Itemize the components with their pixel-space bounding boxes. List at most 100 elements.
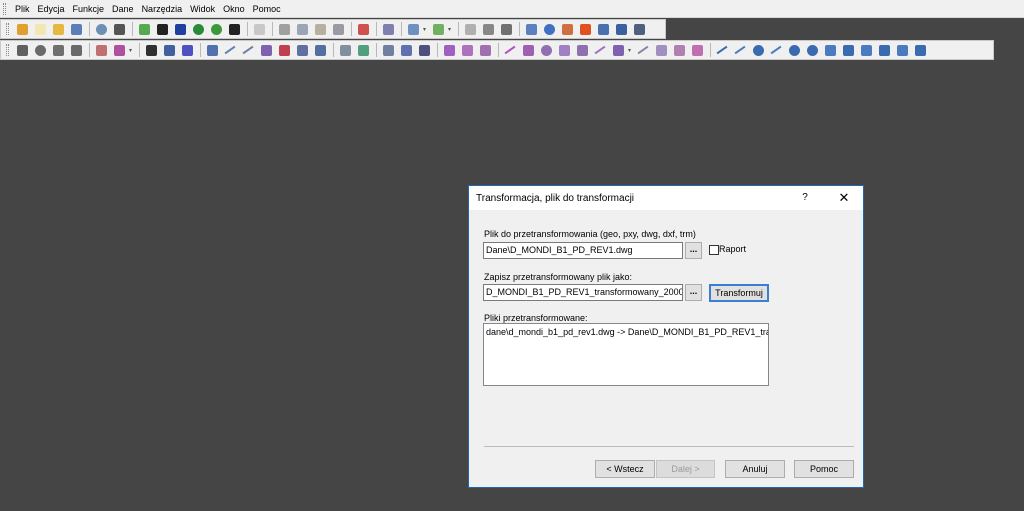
zoom-window-icon[interactable] xyxy=(14,42,30,58)
triangle-icon[interactable] xyxy=(398,42,414,58)
cut-icon[interactable] xyxy=(276,21,292,37)
select-object-icon[interactable] xyxy=(161,42,177,58)
dropdown-arrow-icon[interactable]: ▾ xyxy=(423,21,428,37)
dialog-titlebar[interactable]: Transformacja, plik do transformacji ? ✕ xyxy=(469,186,863,210)
layer-color-icon[interactable] xyxy=(111,42,127,58)
text-icon[interactable] xyxy=(894,42,910,58)
results-list[interactable]: dane\d_mondi_b1_pd_rev1.dwg -> Dane\D_MO… xyxy=(483,323,769,386)
special-paste-icon[interactable] xyxy=(330,21,346,37)
perp-foot-icon[interactable] xyxy=(822,42,838,58)
back-button[interactable]: < Wstecz xyxy=(595,460,655,478)
arc-three-icon[interactable] xyxy=(574,42,590,58)
circle-point-icon[interactable] xyxy=(538,42,554,58)
toolbar-grip[interactable] xyxy=(6,23,9,35)
tangent-icon[interactable] xyxy=(592,42,608,58)
arc-icon[interactable] xyxy=(556,42,572,58)
screen-icon[interactable] xyxy=(613,21,629,37)
dropdown-arrow-icon[interactable]: ▾ xyxy=(628,42,633,58)
menu-edycja[interactable]: Edycja xyxy=(34,4,69,14)
cross-icon[interactable] xyxy=(520,42,536,58)
diagonal-icon[interactable] xyxy=(768,42,784,58)
toolbar-grip[interactable] xyxy=(6,44,9,56)
tools-icon[interactable] xyxy=(480,21,496,37)
target-icon[interactable] xyxy=(804,42,820,58)
help-button[interactable]: Pomoc xyxy=(794,460,854,478)
copy-icon[interactable] xyxy=(294,21,310,37)
open-folder-icon[interactable] xyxy=(14,21,30,37)
bisector-icon[interactable] xyxy=(635,42,651,58)
line-tool-icon[interactable] xyxy=(502,42,518,58)
menu-grip[interactable] xyxy=(3,2,6,15)
folder-icon[interactable] xyxy=(50,21,66,37)
refresh-icon[interactable] xyxy=(190,21,206,37)
menu-okno[interactable]: Okno xyxy=(219,4,249,14)
transform-button[interactable]: Transformuj xyxy=(709,284,769,302)
move-icon[interactable] xyxy=(441,42,457,58)
raport-checkbox[interactable] xyxy=(709,245,719,255)
offset-icon[interactable] xyxy=(380,42,396,58)
menu-pomoc[interactable]: Pomoc xyxy=(249,4,285,14)
undo-icon[interactable] xyxy=(405,21,421,37)
cursor-icon[interactable] xyxy=(154,21,170,37)
info-icon[interactable] xyxy=(541,21,557,37)
list-item[interactable]: dane\d_mondi_b1_pd_rev1.dwg -> Dane\D_MO… xyxy=(484,324,768,337)
window-icon[interactable] xyxy=(523,21,539,37)
dimension-icon[interactable] xyxy=(912,42,928,58)
polyline-icon[interactable] xyxy=(294,42,310,58)
copy-move-icon[interactable] xyxy=(459,42,475,58)
zoom-in-icon[interactable] xyxy=(32,42,48,58)
slash-icon[interactable] xyxy=(732,42,748,58)
area-icon[interactable] xyxy=(876,42,892,58)
save-icon[interactable] xyxy=(68,21,84,37)
layers-icon[interactable] xyxy=(559,21,575,37)
intersect-icon[interactable] xyxy=(610,42,626,58)
right-angle-icon[interactable] xyxy=(840,42,856,58)
menu-narzedzia[interactable]: Narzędzia xyxy=(138,4,187,14)
cancel-button[interactable]: Anuluj xyxy=(725,460,785,478)
break-icon[interactable] xyxy=(671,42,687,58)
edit-triangle-icon[interactable] xyxy=(858,42,874,58)
dropdown-arrow-icon[interactable]: ▾ xyxy=(129,42,134,58)
perpendicular-icon[interactable] xyxy=(653,42,669,58)
print-icon[interactable] xyxy=(111,21,127,37)
redo-icon[interactable] xyxy=(430,21,446,37)
network-icon[interactable] xyxy=(136,21,152,37)
erase-icon[interactable] xyxy=(172,21,188,37)
help-icon[interactable]: ? xyxy=(795,188,815,208)
angle-icon[interactable] xyxy=(337,42,353,58)
delete-icon[interactable] xyxy=(355,21,371,37)
snap-icon[interactable] xyxy=(93,42,109,58)
settings-window-icon[interactable] xyxy=(631,21,647,37)
preview-icon[interactable] xyxy=(93,21,109,37)
eraser-icon[interactable] xyxy=(498,21,514,37)
trash-icon[interactable] xyxy=(689,42,705,58)
menu-dane[interactable]: Dane xyxy=(108,4,138,14)
pencil-icon[interactable] xyxy=(240,42,256,58)
mirror-icon[interactable] xyxy=(477,42,493,58)
menu-widok[interactable]: Widok xyxy=(186,4,219,14)
pen-icon[interactable] xyxy=(714,42,730,58)
dropdown-arrow-icon[interactable]: ▾ xyxy=(448,21,453,37)
object-info-icon[interactable] xyxy=(179,42,195,58)
blank-icon[interactable] xyxy=(251,21,267,37)
x-point-icon[interactable] xyxy=(786,42,802,58)
grid-icon[interactable] xyxy=(462,21,478,37)
dot-icon[interactable] xyxy=(750,42,766,58)
rotate-icon[interactable] xyxy=(355,42,371,58)
find-icon[interactable] xyxy=(380,21,396,37)
compass-icon[interactable] xyxy=(312,42,328,58)
select-icon[interactable] xyxy=(143,42,159,58)
panel-icon[interactable] xyxy=(595,21,611,37)
display-icon[interactable] xyxy=(226,21,242,37)
point-icon[interactable] xyxy=(204,42,220,58)
input-browse-button[interactable]: ... xyxy=(685,242,702,259)
align-icon[interactable] xyxy=(416,42,432,58)
curve-icon[interactable] xyxy=(222,42,238,58)
menu-funkcje[interactable]: Funkcje xyxy=(69,4,109,14)
measure-icon[interactable] xyxy=(276,42,292,58)
paste-icon[interactable] xyxy=(312,21,328,37)
new-file-icon[interactable] xyxy=(32,21,48,37)
output-file-field[interactable]: D_MONDI_B1_PD_REV1_transformowany_2000.d xyxy=(483,284,683,301)
input-file-field[interactable]: Dane\D_MONDI_B1_PD_REV1.dwg xyxy=(483,242,683,259)
menu-plik[interactable]: Plik xyxy=(11,4,34,14)
